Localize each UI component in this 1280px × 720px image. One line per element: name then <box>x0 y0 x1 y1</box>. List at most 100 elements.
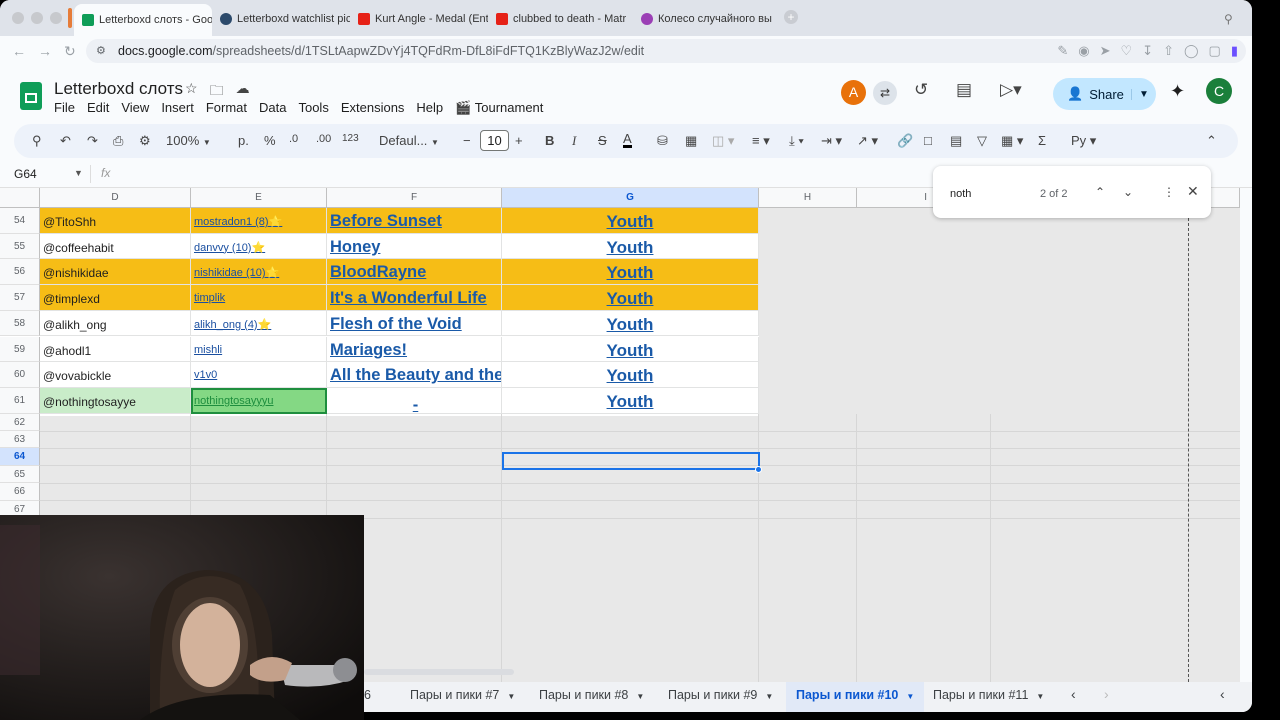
zoom-window-button[interactable] <box>50 12 62 24</box>
next-match-chevron-down-icon[interactable]: ⌄ <box>1123 185 1133 199</box>
browser-tab-wheel[interactable]: Колесо случайного вы <box>633 6 778 32</box>
selected-cell-g64[interactable] <box>502 452 760 470</box>
version-history-icon[interactable]: ↺ <box>914 80 928 100</box>
borders-icon[interactable]: ▦ <box>685 133 697 149</box>
cell-film-title[interactable]: All the Beauty and the <box>327 362 502 388</box>
column-header-d[interactable]: D <box>40 188 191 208</box>
decrease-decimal-button[interactable]: .0 <box>289 133 298 145</box>
browser-tab-kurt-angle[interactable]: Kurt Angle - Medal (Ent <box>350 6 488 32</box>
menu-format[interactable]: Format <box>206 100 254 116</box>
cell-username[interactable]: @coffeehabit <box>40 233 191 260</box>
cell-choice[interactable]: Youth <box>502 310 759 337</box>
column-header-h[interactable]: H <box>759 188 857 208</box>
collaborator-cursor-icon[interactable]: ⇄ <box>873 81 897 105</box>
collapse-toolbar-chevron-up-icon[interactable]: ⌃ <box>1206 133 1217 149</box>
row-header[interactable]: 64 <box>0 448 40 466</box>
cell-username[interactable]: @ahodl1 <box>40 336 191 363</box>
redo-icon[interactable]: ↷ <box>87 133 98 149</box>
fill-color-icon[interactable]: ⛁ <box>657 133 668 149</box>
cell-letterboxd-link[interactable]: v1v0 <box>191 362 327 388</box>
collaborator-avatar[interactable]: A <box>841 80 866 105</box>
sheet-tab-chevron-down-icon[interactable]: ▼ <box>906 692 914 701</box>
share-button[interactable]: 👤 Share ▼ <box>1053 78 1156 110</box>
sheet-tab-chevron-down-icon[interactable]: ▼ <box>1036 692 1044 701</box>
menu-tournament[interactable]: 🎬 Tournament <box>455 100 550 116</box>
reload-icon[interactable]: ↻ <box>64 43 76 60</box>
send-icon[interactable]: ➤ <box>1100 43 1111 59</box>
paint-format-icon[interactable]: ⚙ <box>139 133 151 149</box>
cell-film-title[interactable]: Flesh of the Void <box>327 310 502 337</box>
url-omnibox[interactable]: ⚙ docs.google.com/spreadsheets/d/1TSLtAa… <box>86 39 1246 63</box>
heart-icon[interactable]: ♡ <box>1121 43 1133 59</box>
sheet-tab-6[interactable]: 6 <box>364 688 371 702</box>
insert-comment-icon[interactable]: □ <box>924 133 932 148</box>
menu-view[interactable]: View <box>121 100 156 116</box>
name-box-chevron-down-icon[interactable]: ▼ <box>74 168 83 178</box>
select-all-corner[interactable]: ▶ <box>0 188 51 208</box>
sidebar-icon[interactable]: ▮ <box>1231 43 1238 59</box>
cell-film-title[interactable]: BloodRayne <box>327 259 502 286</box>
currency-format-button[interactable]: р. <box>238 133 249 148</box>
bold-icon[interactable]: B <box>545 133 554 148</box>
cell-choice[interactable]: Youth <box>502 233 759 260</box>
cell-letterboxd-link[interactable]: mishli <box>191 336 327 363</box>
cell-film-title[interactable]: Honey <box>327 233 502 260</box>
comments-icon[interactable]: ▤ <box>956 80 972 100</box>
zoom-select[interactable]: 100% ▼ <box>166 133 211 148</box>
gemini-sparkle-icon[interactable]: ✦ <box>1170 81 1185 102</box>
search-menus-icon[interactable]: ⚲ <box>32 133 42 149</box>
cell-choice[interactable]: Youth <box>502 259 759 286</box>
close-find-icon[interactable]: ✕ <box>1187 183 1199 200</box>
column-header-f[interactable]: F <box>327 188 502 208</box>
row-header[interactable]: 57 <box>0 285 40 311</box>
merge-cells-icon[interactable]: ◫ ▾ <box>712 133 734 149</box>
row-header[interactable]: 54 <box>0 208 40 234</box>
text-wrap-icon[interactable]: ⇥ ▾ <box>821 133 842 149</box>
sheet-tab-chevron-down-icon[interactable]: ▼ <box>765 692 773 701</box>
increase-decimal-button[interactable]: .00 <box>316 133 331 145</box>
row-header[interactable]: 56 <box>0 259 40 286</box>
sheet-tab-11[interactable]: Пары и пики #11 ▼ <box>933 688 1044 702</box>
italic-icon[interactable]: I <box>572 133 576 149</box>
scroll-tabs-right-icon[interactable]: › <box>1104 686 1109 702</box>
font-size-input[interactable]: 10 <box>480 130 509 151</box>
sheet-tab-chevron-down-icon[interactable]: ▼ <box>636 692 644 701</box>
share-page-icon[interactable]: ⇧ <box>1163 43 1174 59</box>
insert-chart-icon[interactable]: ▤ <box>950 133 962 149</box>
number-format-button[interactable]: 123 <box>342 133 359 144</box>
text-color-icon[interactable]: A <box>623 132 632 148</box>
column-header-g[interactable]: G <box>502 188 759 208</box>
site-info-icon[interactable]: ⚙ <box>96 44 106 57</box>
document-title[interactable]: Letterboxd слотs <box>54 79 183 99</box>
profile-icon[interactable]: ◯ <box>1184 43 1199 59</box>
cell-username[interactable]: @timplexd <box>40 285 191 311</box>
menu-file[interactable]: File <box>54 100 82 116</box>
sheets-logo-icon[interactable] <box>20 82 42 110</box>
cell-letterboxd-link[interactable]: nishikidae (10)⭐ <box>191 259 327 286</box>
extension-icon[interactable]: ▢ <box>1209 43 1221 59</box>
sheet-tab-chevron-down-icon[interactable]: ▼ <box>507 692 515 701</box>
close-window-button[interactable] <box>12 12 24 24</box>
cell-film-title[interactable]: Before Sunset <box>327 208 502 234</box>
download-icon[interactable]: ↧ <box>1142 43 1153 59</box>
cell-username[interactable]: @nishikidae <box>40 259 191 286</box>
menu-data[interactable]: Data <box>259 100 293 116</box>
forward-arrow-icon[interactable]: → <box>38 43 52 59</box>
row-header[interactable]: 58 <box>0 310 40 337</box>
cell-choice[interactable]: Youth <box>502 362 759 388</box>
cell-film-title[interactable]: - <box>327 387 502 414</box>
cell-username[interactable]: @alikh_ong <box>40 310 191 337</box>
column-header-e[interactable]: E <box>191 188 327 208</box>
increase-font-size-icon[interactable]: + <box>515 133 523 148</box>
share-dropdown-icon[interactable]: ▼ <box>1131 88 1156 100</box>
sheet-tab-10[interactable]: Пары и пики #10 ▼ <box>786 682 925 712</box>
filter-views-icon[interactable]: ▦ ▾ <box>1001 133 1023 149</box>
cell-letterboxd-link[interactable]: nothingtosayyyu <box>191 387 327 414</box>
more-options-icon[interactable]: ⋮ <box>1163 185 1175 199</box>
menu-insert[interactable]: Insert <box>161 100 201 116</box>
menu-edit[interactable]: Edit <box>87 100 116 116</box>
cell-choice[interactable]: Youth <box>502 387 759 414</box>
collapse-sheetbar-icon[interactable]: ‹ <box>1220 686 1225 702</box>
cell-letterboxd-link[interactable]: timplik <box>191 285 327 311</box>
cell-letterboxd-link[interactable]: alikh_ong (4)⭐ <box>191 310 327 337</box>
